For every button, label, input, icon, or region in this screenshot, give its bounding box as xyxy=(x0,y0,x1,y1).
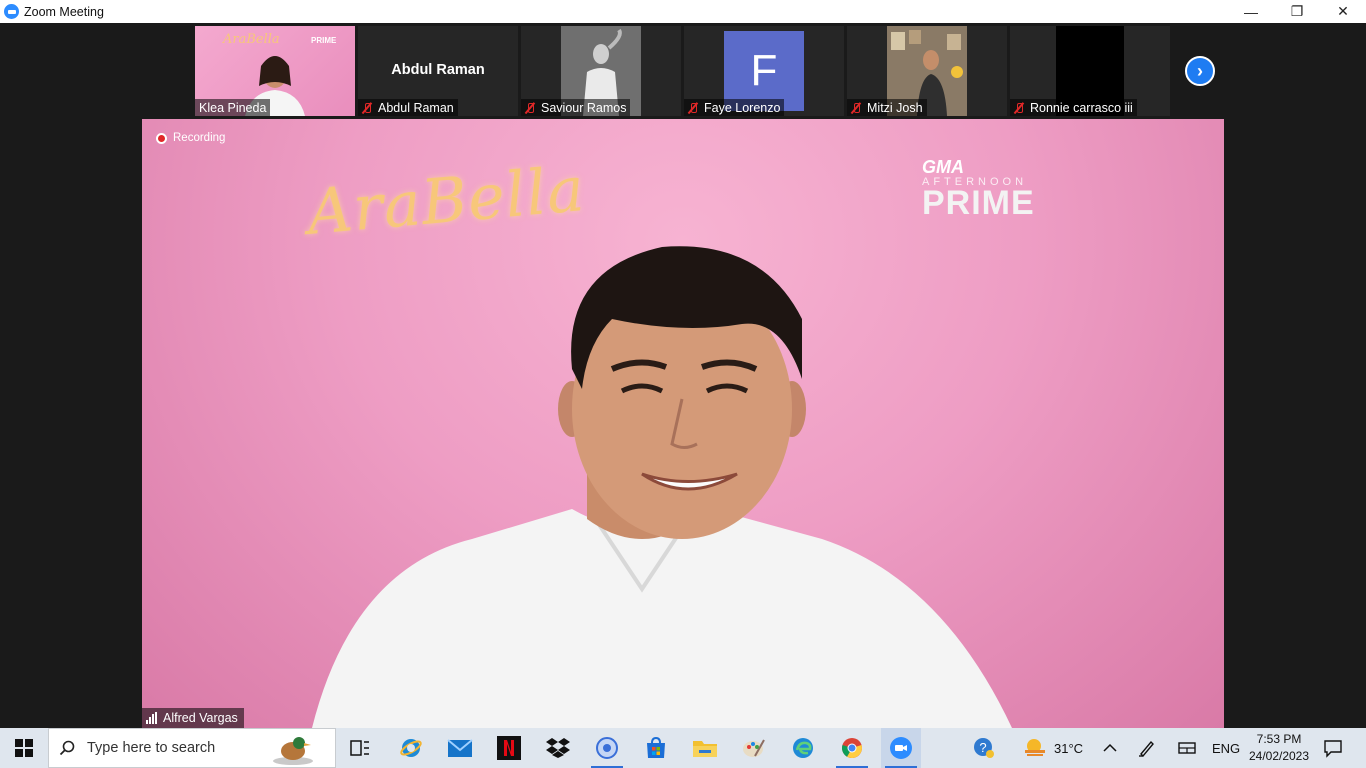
search-placeholder: Type here to search xyxy=(87,740,216,756)
participant-tile-abdul-raman[interactable]: Abdul Raman Abdul Raman xyxy=(358,26,518,116)
speaker-video-frame xyxy=(312,246,1012,728)
thumb-prime-logo: PRIME xyxy=(311,36,337,45)
taskbar-netflix[interactable] xyxy=(489,728,529,768)
show-hidden-icons-button[interactable] xyxy=(1102,728,1118,768)
task-view-icon xyxy=(350,740,369,756)
participant-name: Abdul Raman xyxy=(378,100,454,115)
title-bar: Zoom Meeting — ❐ ✕ xyxy=(0,0,1366,23)
taskbar-chrome-alt[interactable] xyxy=(587,728,627,768)
search-icon xyxy=(59,740,75,756)
participant-name: Ronnie carrasco iii xyxy=(1030,100,1133,115)
mail-icon xyxy=(447,739,473,757)
taskbar-store[interactable] xyxy=(636,728,676,768)
participant-name-plate: Klea Pineda xyxy=(195,99,271,116)
network-logo-gma: GMA xyxy=(922,157,964,177)
participant-name: Klea Pineda xyxy=(199,100,267,115)
window-title: Zoom Meeting xyxy=(24,4,104,19)
clock-date: 24/02/2023 xyxy=(1248,749,1310,763)
muted-mic-icon xyxy=(688,102,698,114)
paint-palette-icon xyxy=(743,739,765,757)
participant-name-plate: Abdul Raman xyxy=(358,99,458,116)
internet-explorer-icon xyxy=(400,739,422,757)
participant-name-plate: Saviour Ramos xyxy=(521,99,631,116)
muted-mic-icon xyxy=(851,102,861,114)
clock-time: 7:53 PM xyxy=(1256,732,1302,746)
signal-strength-icon xyxy=(146,712,157,724)
dropbox-icon xyxy=(546,738,570,758)
window-controls: — ❐ ✕ xyxy=(1228,0,1366,23)
participant-name-plate: Ronnie carrasco iii xyxy=(1010,99,1137,116)
taskbar: Type here to search xyxy=(0,728,1366,768)
action-center-button[interactable] xyxy=(1323,728,1343,768)
weather-temperature: 31°C xyxy=(1054,740,1084,756)
system-tray: ? xyxy=(972,728,996,768)
weather-widget[interactable]: 31°C xyxy=(1022,728,1083,768)
participant-tile-mitzi-josh[interactable]: Mitzi Josh xyxy=(847,26,1007,116)
taskbar-paint[interactable] xyxy=(734,728,774,768)
zoom-icon xyxy=(890,737,912,759)
participant-tile-saviour-ramos[interactable]: Saviour Ramos xyxy=(521,26,681,116)
muted-mic-icon xyxy=(1014,102,1024,114)
participant-name-plate: Faye Lorenzo xyxy=(684,99,785,116)
close-button[interactable]: ✕ xyxy=(1320,0,1366,23)
recording-indicator: Recording xyxy=(156,132,225,144)
taskbar-dropbox[interactable] xyxy=(538,728,578,768)
participant-strip: AraBella PRIME Klea Pineda Abdul Raman A… xyxy=(0,23,1366,118)
muted-mic-icon xyxy=(525,102,535,114)
network-logo: GMA AFTERNOON PRIME xyxy=(922,157,1035,223)
participant-name: Saviour Ramos xyxy=(541,100,627,115)
network-logo-prime: PRIME xyxy=(922,184,1035,222)
help-icon[interactable]: ? xyxy=(972,736,996,760)
muted-mic-icon xyxy=(362,102,372,114)
chevron-up-icon xyxy=(1103,743,1117,752)
chrome-icon xyxy=(842,738,862,759)
chrome-outline-icon xyxy=(596,737,618,759)
taskbar-search-box[interactable]: Type here to search xyxy=(48,728,336,768)
weather-sun-icon xyxy=(1025,739,1045,756)
start-button[interactable] xyxy=(0,728,48,768)
taskbar-clock[interactable]: 7:53 PM 24/02/2023 xyxy=(1244,731,1314,765)
thumb-show-logo: AraBella xyxy=(223,32,280,47)
participant-tile-faye-lorenzo[interactable]: F Faye Lorenzo xyxy=(684,26,844,116)
store-icon xyxy=(647,736,665,758)
taskbar-internet-explorer[interactable] xyxy=(391,728,431,768)
taskbar-file-explorer[interactable] xyxy=(685,728,725,768)
speaker-name-plate: Alfred Vargas xyxy=(142,708,244,728)
windows-logo-icon xyxy=(15,739,33,757)
participant-name: Mitzi Josh xyxy=(867,100,923,115)
touch-keyboard-button[interactable] xyxy=(1177,728,1197,768)
participant-display-name: Abdul Raman xyxy=(391,62,485,78)
edge-icon xyxy=(793,738,813,758)
notification-icon xyxy=(1324,740,1342,758)
pen-workspace-button[interactable] xyxy=(1137,728,1157,768)
taskbar-chrome[interactable] xyxy=(832,728,872,768)
next-page-button[interactable]: › xyxy=(1185,56,1215,86)
zoom-app-icon xyxy=(4,4,19,19)
recording-dot-icon xyxy=(156,132,167,144)
taskbar-edge[interactable] xyxy=(783,728,823,768)
taskbar-zoom[interactable] xyxy=(881,728,921,768)
folder-icon xyxy=(693,741,717,757)
taskbar-mail[interactable] xyxy=(440,728,480,768)
participant-tile-ronnie-carrasco[interactable]: Ronnie carrasco iii xyxy=(1010,26,1170,116)
recording-label: Recording xyxy=(173,132,226,144)
pen-icon xyxy=(1139,740,1154,758)
participant-tile-klea-pineda[interactable]: AraBella PRIME Klea Pineda xyxy=(195,26,355,116)
minimize-button[interactable]: — xyxy=(1228,0,1274,23)
network-logo-sub: AFTERNOON xyxy=(922,176,1028,188)
restore-button[interactable]: ❐ xyxy=(1274,0,1320,23)
svg-text:?: ? xyxy=(979,740,986,755)
active-speaker-video[interactable]: Recording AraBella GMA AFTERNOON PRIME A… xyxy=(142,119,1224,728)
speaker-name: Alfred Vargas xyxy=(163,711,238,725)
participant-name: Faye Lorenzo xyxy=(704,100,781,115)
keyboard-icon xyxy=(1178,742,1196,754)
participant-name-plate: Mitzi Josh xyxy=(847,99,927,116)
search-highlight-icon xyxy=(273,737,313,765)
netflix-icon xyxy=(497,736,521,760)
task-view-button[interactable] xyxy=(340,728,380,768)
input-language[interactable]: ENG xyxy=(1212,728,1240,768)
